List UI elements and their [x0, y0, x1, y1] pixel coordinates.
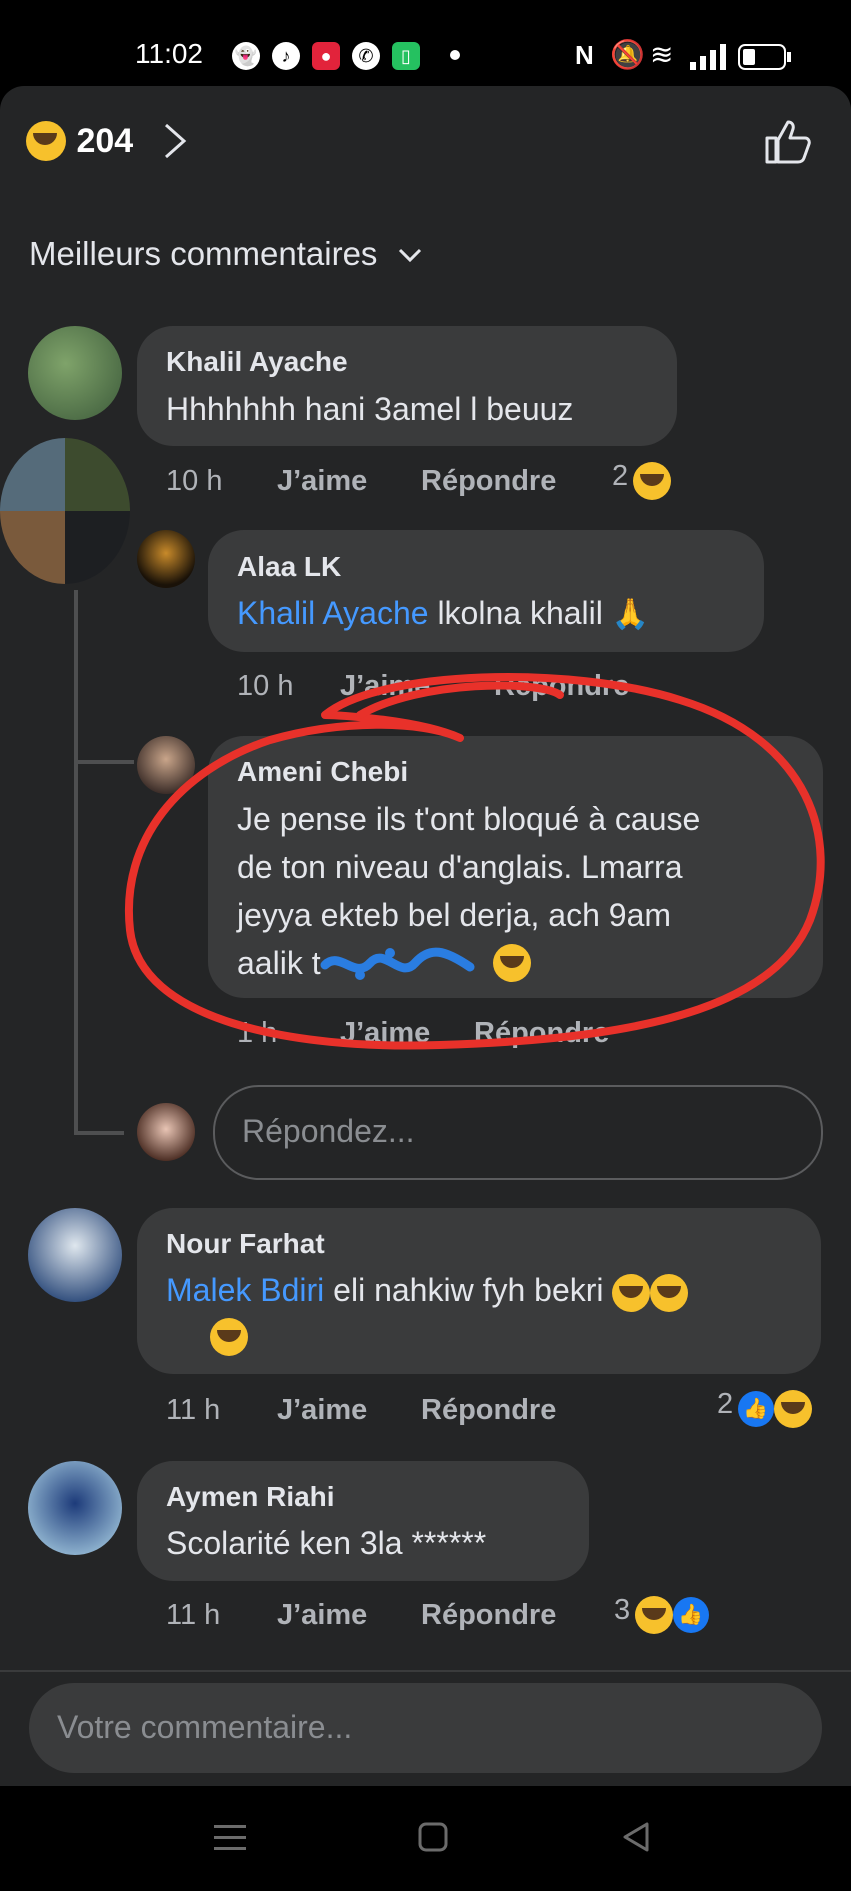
- like-reaction-icon: 👍: [737, 1390, 774, 1427]
- like-reaction-icon: 👍: [672, 1596, 709, 1633]
- nfc-icon: N: [575, 40, 594, 70]
- comment-author[interactable]: Khalil Ayache: [166, 346, 348, 378]
- signal-icon: [690, 44, 726, 70]
- haha-emoji-icon: [634, 1595, 673, 1634]
- thread-line: [74, 590, 78, 1135]
- wifi-icon: ≋: [650, 39, 674, 70]
- avatar[interactable]: [28, 326, 122, 420]
- haha-emoji-icon: [773, 1389, 812, 1428]
- chevron-right-icon[interactable]: [162, 121, 188, 161]
- reply-button[interactable]: Répondre: [421, 465, 556, 498]
- haha-emoji-icon: [26, 121, 66, 161]
- reaction-summary[interactable]: 2 👍: [717, 1388, 812, 1428]
- like-outline-icon[interactable]: [763, 116, 813, 166]
- like-button[interactable]: J’aime: [277, 1394, 367, 1427]
- chevron-down-icon: [398, 249, 421, 263]
- reaction-summary[interactable]: 2: [612, 460, 671, 500]
- like-button[interactable]: J’aime: [277, 465, 367, 498]
- comment-author[interactable]: Aymen Riahi: [166, 1481, 335, 1513]
- avatar[interactable]: [28, 1461, 122, 1555]
- comment-time: 11 h: [166, 1599, 221, 1631]
- comment-placeholder: Votre commentaire...: [57, 1709, 353, 1745]
- reply-input[interactable]: Répondez...: [213, 1085, 823, 1180]
- phone-icon: ✆: [352, 42, 380, 70]
- red-annotation-loop: [124, 673, 825, 1050]
- battery-icon: [738, 44, 791, 70]
- reaction-summary[interactable]: 3 👍: [614, 1594, 709, 1634]
- comment-text: Scolarité ken 3la ******: [166, 1525, 487, 1561]
- current-user-avatar: [137, 1103, 195, 1161]
- thread-branch: [74, 1131, 124, 1135]
- haha-emoji-icon: [632, 461, 671, 500]
- snapchat-icon: 👻: [232, 42, 260, 70]
- sort-dropdown[interactable]: Meilleurs commentaires: [29, 235, 423, 273]
- mute-icon: 🔕: [610, 39, 645, 70]
- mention-link[interactable]: Khalil Ayache: [237, 595, 429, 631]
- reaction-count: 2: [717, 1388, 734, 1420]
- notification-dot-icon: [450, 50, 460, 60]
- pray-emoji-icon: 🙏: [611, 598, 650, 631]
- reply-placeholder: Répondez...: [242, 1113, 415, 1149]
- comment-time: 10 h: [166, 465, 223, 497]
- comment-time: 11 h: [166, 1394, 221, 1426]
- back-nav-icon[interactable]: [621, 1821, 651, 1853]
- tiktok-icon: ♪: [272, 42, 300, 70]
- comment-author[interactable]: Nour Farhat: [166, 1228, 325, 1260]
- avatar[interactable]: [0, 438, 130, 584]
- status-bar: 11:02 👻 ♪ ● ✆ ▯ N 🔕 ≋: [0, 0, 851, 86]
- reply-button[interactable]: Répondre: [421, 1394, 556, 1427]
- reply-button[interactable]: Répondre: [421, 1599, 556, 1632]
- app-icon: ▯: [392, 42, 420, 70]
- like-button[interactable]: J’aime: [277, 1599, 367, 1632]
- screen-record-icon: ●: [312, 42, 340, 70]
- comment-text: Hhhhhhh hani 3amel l beuuz: [166, 391, 574, 427]
- sort-label: Meilleurs commentaires: [29, 235, 378, 272]
- menu-nav-icon[interactable]: [214, 1823, 246, 1853]
- avatar[interactable]: [137, 530, 195, 588]
- mention-link[interactable]: Malek Bdiri: [166, 1272, 324, 1308]
- comment-text: Khalil Ayache lkolna khalil 🙏: [237, 595, 650, 631]
- comment-text: Malek Bdiri eli nahkiw fyh bekri: [166, 1266, 689, 1314]
- reaction-count: 3: [614, 1594, 631, 1626]
- system-nav-bar: [0, 1786, 851, 1891]
- comment-input[interactable]: Votre commentaire...: [29, 1683, 822, 1773]
- reaction-count: 204: [76, 121, 134, 160]
- comment-author[interactable]: Alaa LK: [237, 551, 341, 583]
- avatar[interactable]: [28, 1208, 122, 1302]
- tears-of-joy-emoji-icon: [650, 1273, 689, 1312]
- reaction-count: 2: [612, 460, 629, 492]
- status-time: 11:02: [135, 38, 203, 69]
- tears-of-joy-emoji-icon: [612, 1273, 651, 1312]
- reactions-summary[interactable]: 204: [26, 121, 133, 161]
- home-nav-icon[interactable]: [418, 1822, 448, 1852]
